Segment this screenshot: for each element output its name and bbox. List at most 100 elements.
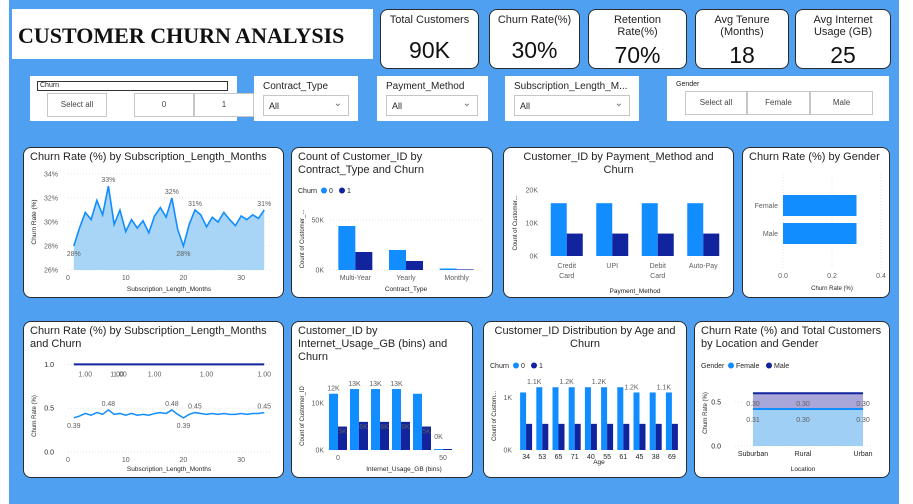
data-label: 1.00 <box>79 371 93 378</box>
y-tick-label: 28% <box>44 244 58 251</box>
churn-option-select-all[interactable]: Select all <box>47 93 107 117</box>
x-tick-label: 34 <box>522 454 530 461</box>
kpi-churn-rate: Churn Rate(%) 30% <box>489 9 580 69</box>
gender-option-male[interactable]: Male <box>810 91 873 115</box>
churn-option-0[interactable]: 0 <box>134 93 194 117</box>
slicer-label: Gender <box>676 81 700 88</box>
legend-title: Churn <box>490 363 509 370</box>
bar <box>371 389 380 450</box>
kpi-label: Total Customers <box>389 14 470 26</box>
bar <box>649 392 656 450</box>
y-axis-label: Churn Rate (%) <box>703 392 709 434</box>
bar <box>413 393 422 450</box>
data-label: 1.2K <box>559 379 574 386</box>
bar <box>607 423 614 450</box>
dropdown-value: All <box>520 101 531 111</box>
bar <box>558 423 565 450</box>
data-label: 5K <box>422 429 431 436</box>
data-label: 1.2K <box>592 379 607 386</box>
data-label: 0.31 <box>746 417 760 424</box>
kpi-label: Avg Internet Usage (GB) <box>813 14 873 38</box>
contract-type-slicer: Contract_Type All ⌄ <box>254 76 358 121</box>
data-label: 1.1K <box>657 384 672 391</box>
legend-item: 1 <box>347 188 351 195</box>
data-label: 1.00 <box>110 371 124 378</box>
data-label: 1.2K <box>624 384 639 391</box>
chart-plot: Churn 0 11K0K34 531.1K65 711.2K40 551.2K61 451… <box>490 362 678 466</box>
bar <box>641 203 658 256</box>
legend-swatch <box>766 362 772 369</box>
y-tick-label: 0K <box>315 448 324 455</box>
data-label: 1.00 <box>148 371 162 378</box>
x-tick-label: 0 <box>336 455 340 462</box>
x-axis-label: Age <box>593 459 605 466</box>
data-label: 28% <box>176 251 190 258</box>
bar <box>568 387 575 450</box>
chart-plot: 34% 32% 30% 28% 26% 0 10 20 30 28% 33% 32% 28% 31% 31%… <box>31 172 271 294</box>
legend-swatch <box>728 362 734 369</box>
x-tick-label: Auto-Pay <box>689 263 718 270</box>
internet-usage-churn-chart: Customer_ID by Internet_Usage_GB (bins) … <box>291 321 473 478</box>
churn-by-subscription-length-chart: Churn Rate (%) by Subscription_Length_Mo… <box>23 147 284 298</box>
gender-option-female[interactable]: Female <box>747 91 810 115</box>
bar <box>657 233 674 256</box>
x-tick-label: Suburban <box>738 451 768 458</box>
x-tick-label: 61 <box>619 454 627 461</box>
data-label: 0.30 <box>796 417 810 424</box>
x-tick-label: UPI <box>606 263 618 270</box>
data-label: 0.30 <box>796 401 810 408</box>
series-line <box>73 409 265 419</box>
x-tick-label: Rural <box>795 451 812 458</box>
chart-plot: 0.0 0.2 0.4 Female Male Churn Rate (%) <box>755 174 886 292</box>
bar <box>665 392 672 450</box>
contract-type-dropdown[interactable]: All ⌄ <box>263 95 349 116</box>
x-axis-label: Contract_Type <box>385 286 428 293</box>
gender-slicer: Gender Select all Female Male <box>667 76 889 121</box>
y-tick-label: 0.5 <box>44 406 54 413</box>
churn-by-gender-chart: Churn Rate (%) by Gender 0.0 0.2 0.4 Female… <box>742 147 890 298</box>
payment-method-churn-chart: Customer_ID by Payment_Method and Churn … <box>503 147 734 298</box>
bar <box>783 195 857 216</box>
x-tick-label: 45 <box>636 454 644 461</box>
y-axis-label: Churn Rate (%) <box>31 199 38 244</box>
x-tick-label: 30 <box>237 275 245 282</box>
bar <box>526 423 533 450</box>
chevron-down-icon: ⌄ <box>462 98 471 109</box>
data-label: 0.45 <box>257 404 271 411</box>
y-tick-label: 0K <box>503 448 512 455</box>
x-tick-label: 50 <box>439 455 447 462</box>
bar <box>617 387 624 450</box>
data-label: 12K <box>327 386 340 393</box>
subscription-length-slicer: Subscription_Length_M... All ⌄ <box>505 76 639 121</box>
y-tick-label: Female <box>755 203 778 210</box>
kpi-retention-rate: Retention Rate(%) 70% <box>588 9 687 69</box>
data-label: 6K <box>380 424 389 431</box>
slicer-label: Payment_Method <box>386 81 465 92</box>
bar <box>639 423 646 450</box>
bar <box>596 203 613 256</box>
gender-option-select-all[interactable]: Select all <box>685 91 747 115</box>
x-tick-label: 0 <box>66 457 70 464</box>
churn-option-1[interactable]: 1 <box>194 93 254 117</box>
y-axis-label: Count of Customer_ID <box>300 385 306 445</box>
subscription-length-dropdown[interactable]: All ⌄ <box>514 95 630 116</box>
kpi-avg-tenure: Avg Tenure (Months) 18 <box>695 9 789 69</box>
kpi-total-customers: Total Customers 90K <box>380 9 479 69</box>
bar <box>574 423 581 450</box>
legend-item: Male <box>774 363 789 370</box>
y-tick-label: 26% <box>44 268 58 275</box>
bar <box>552 387 559 450</box>
data-label: 0.30 <box>856 401 870 408</box>
x-tick-label: 0.4 <box>876 273 886 280</box>
data-label: 28% <box>67 251 81 258</box>
x-tick-label: Monthly <box>444 275 469 282</box>
y-tick-label: 0.5 <box>711 400 721 407</box>
dashboard-title-box: CUSTOMER CHURN ANALYSIS <box>12 9 373 59</box>
legend-item: 1 <box>539 363 543 370</box>
dropdown-value: All <box>392 101 403 111</box>
y-tick-label: 0.0 <box>711 444 721 451</box>
payment-method-dropdown[interactable]: All ⌄ <box>386 95 478 116</box>
bar <box>590 423 597 450</box>
bar <box>434 449 443 450</box>
y-tick-label: 0.0 <box>44 450 54 457</box>
